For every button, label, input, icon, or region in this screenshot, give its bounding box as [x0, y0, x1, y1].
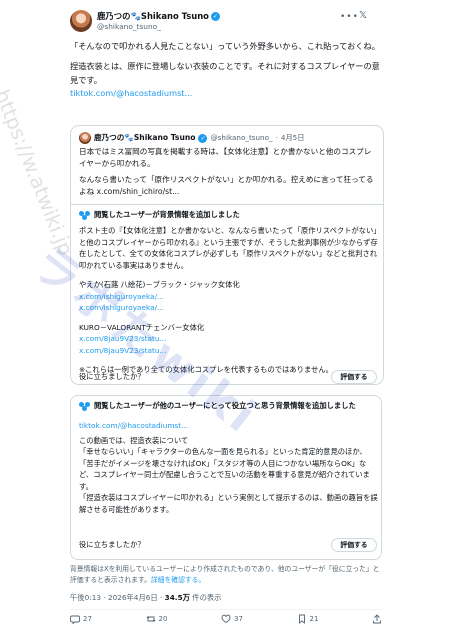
note-paragraph: ポスト主の『【女体化注意】とか書かないと、なんなら書いたって「原作リスペクトがな…: [79, 226, 378, 270]
rate-button[interactable]: 評価する: [331, 370, 377, 384]
community-note-title: 閲覧したユーザーが他のユーザーにとって役立つと思う背景情報を追加しました: [94, 401, 356, 411]
views-count: 34.5万: [164, 593, 190, 602]
note-paragraph: 「苦手だがイメージを壊さなければOK」「スタジオ等の人目につかない場所ならOK」…: [79, 458, 370, 491]
post-timestamp[interactable]: 午後0:13 · 2026年4月6日 ·: [70, 593, 165, 602]
retweet-count: 20: [158, 615, 168, 623]
quoted-paragraph-2: なんなら書いたって「原作リスペクトがない」とか叩かれる。控えめに言って狂ってるよ…: [79, 175, 374, 197]
quoted-author-name: 鹿乃つの🐾Shikano Tsuno: [94, 133, 196, 143]
divider: [70, 609, 382, 610]
note-feedback-row: 役に立ちましたか？ 評価する: [79, 370, 377, 384]
like-count: 37: [234, 615, 243, 623]
like-button[interactable]: 37: [221, 614, 243, 625]
note-paragraph: 「幸せならいい」「キャラクターの色んな一面を見られる」といった肯定的意見のほか、: [79, 447, 367, 457]
note-feedback-row: 役に立ちましたか？ 評価する: [79, 538, 377, 552]
note-link[interactable]: tiktok.com/@hacostadiumst...: [79, 420, 379, 432]
community-note-header: 閲覧したユーザーが他のユーザーにとって役立つと思う背景情報を追加しました: [79, 400, 379, 413]
author-handle[interactable]: @shikano_tsuno_: [97, 21, 161, 32]
post-meta: 午後0:13 · 2026年4月6日 · 34.5万 件の表示: [70, 593, 221, 604]
watermark-url: https://w.atwiki.jp: [0, 86, 79, 259]
reply-button[interactable]: 27: [70, 614, 92, 625]
quoted-post-header: 鹿乃つの🐾Shikano Tsuno ✓ @shikano_tsuno_ · 4…: [79, 132, 304, 144]
community-note-1: 閲覧したユーザーが背景情報を追加しました ポスト主の『【女体化注意】とか書かない…: [71, 204, 383, 384]
bookmark-count: 21: [309, 615, 319, 623]
reply-count: 27: [83, 615, 92, 623]
action-bar: 27 20 37 21: [70, 614, 382, 625]
share-button[interactable]: [372, 614, 382, 624]
helpful-question: 役に立ちましたか？: [79, 539, 145, 549]
community-note-title: 閲覧したユーザーが背景情報を追加しました: [94, 210, 240, 220]
quoted-separator: ·: [275, 132, 278, 142]
post-link[interactable]: tiktok.com/@hacostadiumst...: [70, 88, 192, 98]
verified-badge-icon: ✓: [198, 133, 208, 143]
bookmark-icon: [298, 614, 305, 625]
community-note-2: 閲覧したユーザーが他のユーザーにとって役立つと思う背景情報を追加しました tik…: [70, 395, 382, 560]
avatar[interactable]: [70, 10, 92, 32]
note-example-link[interactable]: x.com/ishiguroyaeka/...: [79, 291, 379, 303]
reply-icon: [70, 615, 80, 625]
quoted-post[interactable]: 鹿乃つの🐾Shikano Tsuno ✓ @shikano_tsuno_ · 4…: [70, 125, 384, 385]
quoted-date: 4月5日: [280, 132, 305, 142]
x-logo-icon[interactable]: 𝕏: [356, 9, 370, 23]
note-paragraph: この動画では、捏造衣装について: [79, 435, 189, 445]
retweet-icon: [146, 615, 155, 623]
community-note-header: 閲覧したユーザーが背景情報を追加しました: [79, 209, 379, 222]
views-label: 件の表示: [189, 593, 222, 602]
learn-more-link[interactable]: 詳細を確認する。: [151, 576, 205, 584]
quoted-post-text: 日本ではミス冨岡の写真を掲載する時は、【女体化注意】とか書かないと他のコスプレイ…: [79, 146, 377, 203]
note-paragraph: 「捏造衣装はコスプレイヤーに叩かれる」という実例として提示するのは、動画の趣旨を…: [79, 493, 378, 514]
verified-badge-icon: ✓: [210, 11, 220, 21]
note-example-link[interactable]: x.com/8jau9V23/statu...: [79, 345, 379, 357]
helpful-question: 役に立ちましたか？: [79, 371, 145, 381]
note-example-link[interactable]: x.com/8jau9V23/statu...: [79, 333, 379, 345]
community-note-body: tiktok.com/@hacostadiumst... この動画では、捏造衣装…: [79, 420, 379, 518]
retweet-button[interactable]: 20: [146, 614, 168, 625]
note-example-title: やえか(石蕗 八絵花)－ブラック・ジャック女体化: [79, 280, 240, 290]
bookmark-button[interactable]: 21: [297, 614, 319, 625]
quoted-avatar: [79, 132, 91, 144]
rate-button[interactable]: 評価する: [331, 538, 377, 552]
post-page: 鹿乃つの🐾Shikano Tsuno ✓ @shikano_tsuno_ •••…: [0, 0, 455, 640]
note-example-title: KURO－VALORANTチェンバー女体化: [79, 322, 205, 332]
quoted-paragraph-1: 日本ではミス冨岡の写真を掲載する時は、【女体化注意】とか書かないと他のコスプレイ…: [79, 147, 372, 169]
post-paragraph-1: 「そんなので叩かれる人見たことない」っていう外野多いから、これ貼っておくね。: [70, 41, 380, 51]
post-text: 「そんなので叩かれる人見たことない」っていう外野多いから、これ貼っておくね。 捏…: [70, 40, 380, 107]
quoted-handle: @shikano_tsuno_: [210, 132, 273, 142]
disclaimer-text: 背景情報はXを利用しているユーザーにより作成されたものであり、他のユーザーが「役…: [70, 565, 380, 584]
heart-icon: [221, 614, 231, 624]
share-icon: [373, 614, 381, 624]
community-notes-icon: [79, 211, 90, 220]
notes-disclaimer: 背景情報はXを利用しているユーザーにより作成されたものであり、他のユーザーが「役…: [70, 564, 382, 585]
note-example-link[interactable]: x.com/ishiguroyaeka/...: [79, 302, 379, 314]
community-note-body: ポスト主の『【女体化注意】とか書かないと、なんなら書いたって「原作リスペクトがな…: [79, 225, 379, 379]
post-paragraph-2: 捏造衣装とは、原作に登場しない衣装のことです。それに対するコスプレイヤーの意見で…: [70, 61, 380, 85]
community-notes-icon: [79, 402, 90, 411]
